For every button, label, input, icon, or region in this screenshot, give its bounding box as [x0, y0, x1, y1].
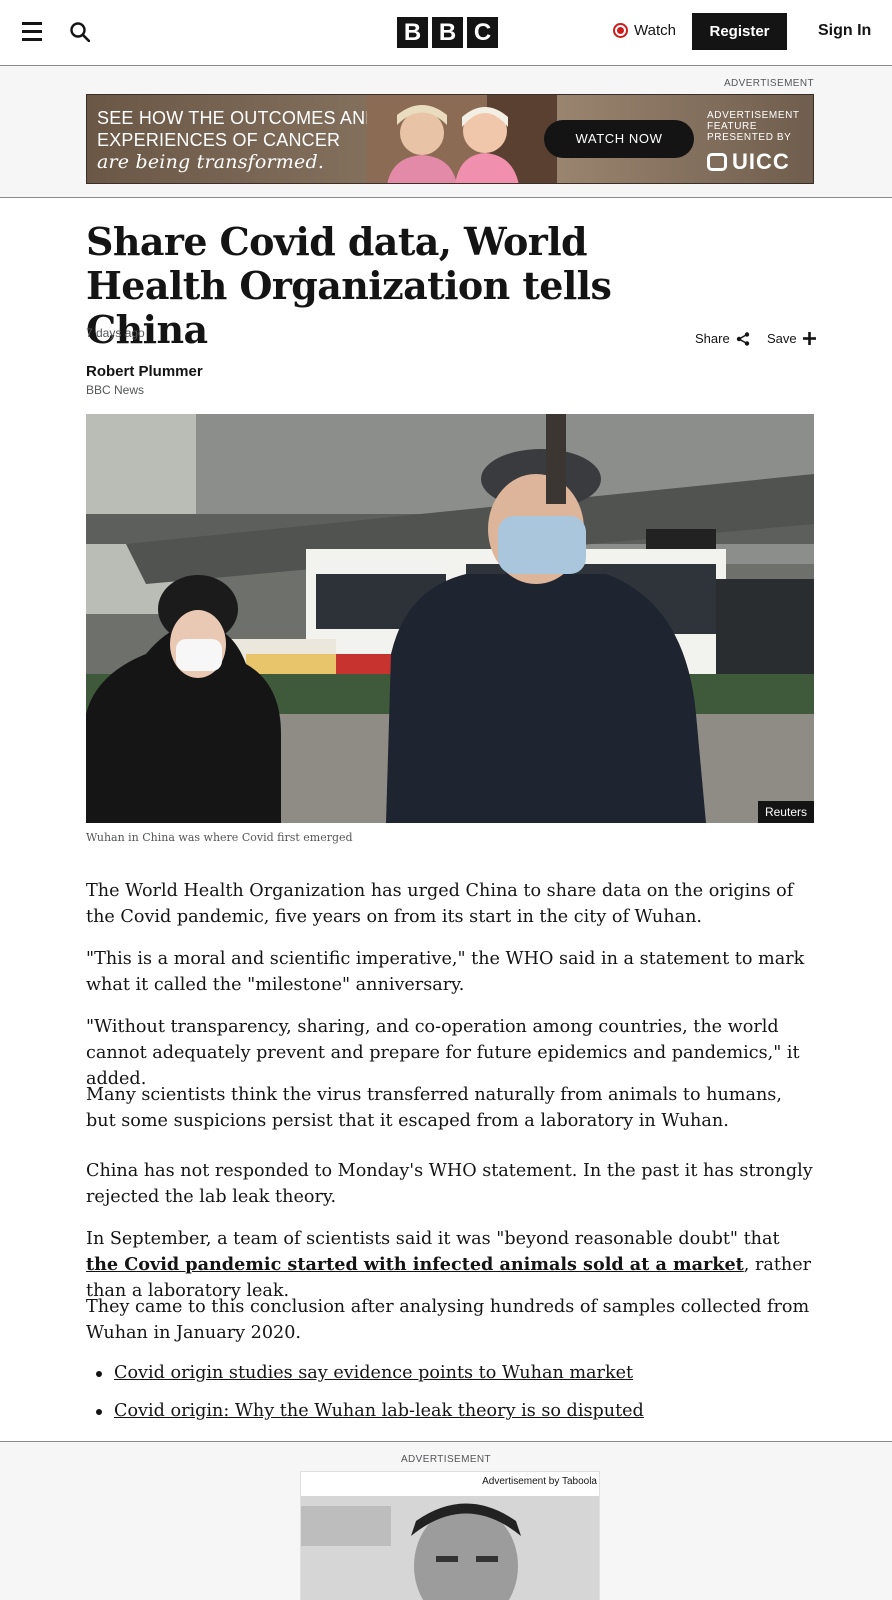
- ad-brand: UICC: [707, 149, 790, 175]
- watch-link[interactable]: Watch: [613, 22, 676, 39]
- ad-sponsor-line: PRESENTED BY: [707, 132, 792, 143]
- watch-label: Watch: [634, 22, 676, 39]
- register-button[interactable]: Register: [692, 13, 787, 50]
- top-ad-slot: ADVERTISEMENT SEE HOW THE OUTCOMES AND E…: [0, 66, 892, 198]
- search-icon[interactable]: [70, 22, 90, 42]
- body-paragraph: They came to this conclusion after analy…: [86, 1297, 810, 1343]
- logo-letter: C: [467, 17, 498, 48]
- body-paragraph: The World Health Organization has urged …: [86, 881, 794, 927]
- ad-banner[interactable]: SEE HOW THE OUTCOMES AND EXPERIENCES OF …: [86, 94, 814, 184]
- save-button[interactable]: Save: [767, 331, 816, 346]
- taboola-ad[interactable]: Advertisement by Taboola: [300, 1471, 600, 1600]
- share-label: Share: [695, 331, 730, 346]
- author-org: BBC News: [86, 383, 145, 397]
- body-paragraph: Many scientists think the virus transfer…: [86, 1085, 782, 1131]
- bbc-logo[interactable]: B B C: [397, 17, 498, 48]
- ad-headline-line: EXPERIENCES OF CANCER: [97, 130, 341, 150]
- site-header: B B C Watch Register Sign In: [0, 0, 892, 66]
- related-link[interactable]: Covid origin: Why the Wuhan lab-leak the…: [114, 1401, 644, 1421]
- related-link[interactable]: Covid origin studies say evidence points…: [114, 1363, 633, 1383]
- lead-image: Reuters: [86, 414, 814, 823]
- plus-icon: [802, 332, 816, 345]
- ad-headline-script: are being transformed.: [97, 151, 325, 173]
- image-caption: Wuhan in China was where Covid first eme…: [86, 831, 353, 844]
- share-icon: [736, 331, 749, 346]
- ad-label: ADVERTISEMENT: [723, 78, 814, 89]
- taboola-ad-photo: [301, 1496, 599, 1600]
- body-paragraph: China has not responded to Monday's WHO …: [86, 1161, 813, 1207]
- related-link-item: Covid origin: Why the Wuhan lab-leak the…: [86, 1398, 814, 1424]
- taboola-ad-image: [301, 1496, 599, 1600]
- lead-image-graphic: [86, 414, 814, 823]
- uicc-logo-icon: [707, 153, 727, 171]
- signin-button[interactable]: Sign In: [818, 22, 871, 40]
- logo-letter: B: [397, 17, 428, 48]
- ad-sponsor-line: FEATURE: [707, 121, 758, 132]
- ad-watch-now-button[interactable]: WATCH NOW: [544, 120, 694, 158]
- taboola-label: Advertisement by Taboola: [482, 1476, 597, 1487]
- image-credit: Reuters: [757, 801, 814, 823]
- body-paragraph: "Without transparency, sharing, and co-o…: [86, 1017, 800, 1089]
- ad-headline: SEE HOW THE OUTCOMES AND EXPERIENCES OF …: [97, 107, 379, 173]
- body-paragraph: In September, a team of scientists said …: [86, 1226, 814, 1304]
- ad-headline-line: SEE HOW THE OUTCOMES AND: [97, 108, 379, 128]
- ad-sponsor-line: ADVERTISEMENT: [707, 110, 800, 121]
- ad-brand-name: UICC: [732, 149, 790, 174]
- save-label: Save: [767, 331, 797, 346]
- bottom-ad-slot: ADVERTISEMENT Advertisement by Taboola: [0, 1441, 892, 1600]
- market-study-link[interactable]: the Covid pandemic started with infected…: [86, 1254, 744, 1275]
- ad-sponsor-text: ADVERTISEMENT FEATURE PRESENTED BY: [707, 110, 800, 143]
- ad-photo: [367, 95, 557, 183]
- share-button[interactable]: Share: [695, 331, 750, 346]
- author-name[interactable]: Robert Plummer: [86, 363, 203, 380]
- related-link-item: Covid origin studies say evidence points…: [86, 1360, 814, 1386]
- body-paragraph: "This is a moral and scientific imperati…: [86, 949, 805, 995]
- logo-letter: B: [432, 17, 463, 48]
- body-text: In September, a team of scientists said …: [86, 1229, 780, 1249]
- article-headline: Share Covid data, World Health Organizat…: [86, 219, 612, 352]
- ad-label: ADVERTISEMENT: [400, 1454, 492, 1465]
- watch-live-icon: [613, 23, 628, 38]
- article-timestamp: 7 days ago: [86, 326, 145, 340]
- menu-icon[interactable]: [22, 22, 42, 41]
- related-links: Covid origin studies say evidence points…: [86, 1360, 814, 1436]
